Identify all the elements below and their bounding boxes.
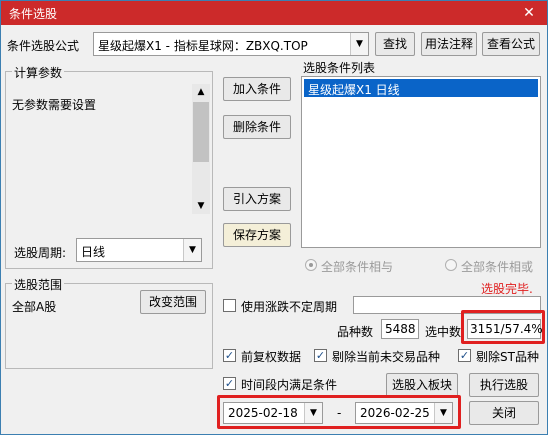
exclude-st-label: 剔除ST品种 [476, 350, 539, 364]
close-button[interactable]: 关闭 [469, 401, 539, 425]
chevron-down-icon[interactable]: ▼ [350, 33, 368, 55]
condition-list-label: 选股条件列表 [303, 61, 376, 75]
calc-params-legend: 计算参数 [12, 64, 65, 81]
range-group: 选股范围 全部A股 改变范围 [5, 276, 213, 369]
time-range-label: 时间段内满足条件 [241, 378, 338, 392]
find-button[interactable]: 查找 [375, 32, 415, 56]
change-range-button[interactable]: 改变范围 [140, 290, 206, 314]
window-title: 条件选股 [9, 7, 58, 21]
range-value: 全部A股 [12, 300, 57, 314]
usage-button[interactable]: 用法注释 [421, 32, 477, 56]
or-radio[interactable] [445, 259, 457, 271]
formula-value: 星级起爆X1 - 指标星球网：ZBXQ.TOP [98, 39, 308, 53]
unfixed-period-label: 使用涨跌不定周期 [241, 300, 338, 314]
scroll-up-icon[interactable]: ▲ [192, 84, 210, 100]
count-label: 品种数 [337, 325, 374, 339]
selected-label: 选中数 [425, 325, 462, 339]
import-plan-button[interactable]: 引入方案 [223, 187, 291, 211]
formula-label: 条件选股公式 [7, 39, 80, 53]
count-value: 5488 [381, 319, 419, 339]
pre-adjust-label: 前复权数据 [241, 350, 302, 364]
pre-adjust-checkbox[interactable]: ✓ [223, 349, 236, 362]
close-icon[interactable]: ✕ [517, 3, 541, 23]
params-scrollbar[interactable]: ▲ ▼ [192, 84, 210, 214]
chevron-down-icon[interactable]: ▼ [183, 239, 201, 261]
scroll-down-icon[interactable]: ▼ [192, 198, 210, 214]
list-item[interactable]: 星级起爆X1 日线 [304, 79, 538, 97]
time-range-checkbox[interactable]: ✓ [223, 377, 236, 390]
calc-params-group: 计算参数 无参数需要设置 ▲ ▼ 选股周期: 日线 ▼ [5, 64, 213, 269]
highlight-selected-box [461, 310, 545, 344]
delete-condition-button[interactable]: 删除条件 [223, 115, 291, 139]
title-bar: 条件选股 ✕ [1, 1, 547, 25]
view-formula-button[interactable]: 查看公式 [482, 32, 540, 56]
exclude-untraded-checkbox[interactable]: ✓ [314, 349, 327, 362]
stock-screener-window: 条件选股 ✕ 条件选股公式 星级起爆X1 - 指标星球网：ZBXQ.TOP ▼ … [0, 0, 548, 435]
and-label: 全部条件相与 [321, 260, 394, 274]
period-select[interactable]: 日线 ▼ [76, 238, 202, 262]
range-legend: 选股范围 [12, 276, 65, 293]
no-params-message: 无参数需要设置 [12, 98, 97, 112]
add-to-board-button[interactable]: 选股入板块 [386, 373, 458, 397]
highlight-date-range [217, 395, 461, 429]
and-radio[interactable] [305, 259, 317, 271]
status-text: 选股完毕. [481, 282, 533, 296]
execute-button[interactable]: 执行选股 [469, 373, 539, 397]
or-label: 全部条件相或 [461, 260, 534, 274]
period-label: 选股周期: [14, 246, 67, 260]
exclude-st-checkbox[interactable]: ✓ [458, 349, 471, 362]
save-plan-button[interactable]: 保存方案 [223, 223, 291, 247]
exclude-untraded-label: 剔除当前未交易品种 [332, 350, 441, 364]
scroll-thumb[interactable] [193, 102, 209, 162]
formula-select[interactable]: 星级起爆X1 - 指标星球网：ZBXQ.TOP ▼ [93, 32, 369, 56]
condition-list[interactable]: 星级起爆X1 日线 [301, 76, 541, 248]
period-value: 日线 [81, 245, 106, 259]
add-condition-button[interactable]: 加入条件 [223, 77, 291, 101]
unfixed-period-checkbox[interactable] [223, 299, 236, 312]
